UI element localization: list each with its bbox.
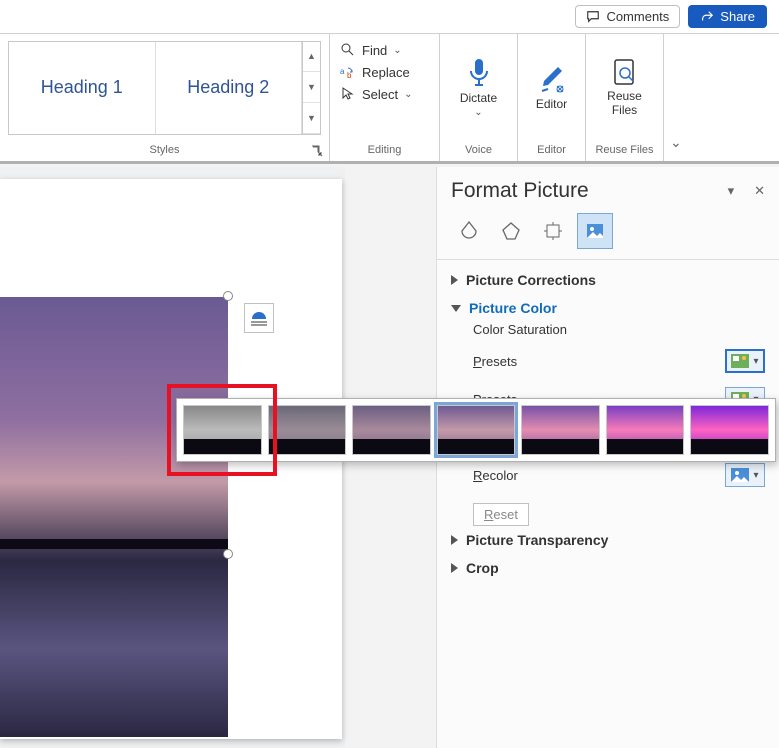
- picture-tab[interactable]: [577, 213, 613, 249]
- saturation-preset-33[interactable]: [268, 405, 347, 455]
- styles-group-label: Styles: [0, 141, 329, 161]
- saturation-presets-popup: [176, 398, 776, 462]
- layout-options-button[interactable]: [244, 303, 274, 333]
- comment-icon: [586, 10, 600, 24]
- style-heading-1[interactable]: Heading 1: [9, 42, 156, 134]
- styles-dialog-launcher[interactable]: [311, 145, 323, 157]
- selection-handle[interactable]: [223, 291, 233, 301]
- share-label: Share: [720, 9, 755, 24]
- reuse-files-group-label: Reuse Files: [586, 141, 663, 161]
- saturation-presets-label: Presets: [473, 354, 517, 369]
- selection-handle[interactable]: [223, 549, 233, 559]
- expand-icon: [451, 535, 458, 545]
- picture-icon: [731, 468, 749, 482]
- editor-group: Editor Editor: [518, 34, 586, 161]
- layout-tab[interactable]: [535, 213, 571, 249]
- chevron-down-icon: ⌄: [670, 134, 682, 151]
- dictate-button[interactable]: Dictate ⌄: [444, 41, 514, 135]
- replace-button[interactable]: ab Replace: [340, 64, 410, 80]
- reuse-files-group: Reuse Files Reuse Files: [586, 34, 664, 161]
- picture-color-section[interactable]: Picture Color: [451, 294, 765, 322]
- chevron-down-icon: ⌄: [404, 89, 412, 100]
- title-bar: Comments Share: [0, 0, 779, 34]
- expand-icon: [451, 563, 458, 573]
- comments-button[interactable]: Comments: [575, 5, 680, 28]
- styles-scroll-down[interactable]: ▼: [303, 72, 320, 103]
- layout-options-icon: [249, 308, 269, 328]
- share-icon: [700, 10, 714, 24]
- editor-icon: [538, 65, 566, 95]
- styles-scroll[interactable]: ▲ ▼ ▼: [302, 42, 320, 134]
- chevron-down-icon: ▾: [753, 356, 758, 367]
- expand-icon: [451, 275, 458, 285]
- find-icon: [340, 42, 356, 58]
- saturation-presets-button[interactable]: ▾: [725, 349, 765, 373]
- editor-button[interactable]: Editor: [522, 41, 582, 135]
- share-button[interactable]: Share: [688, 5, 767, 28]
- saturation-preset-0[interactable]: [183, 405, 262, 455]
- chevron-down-icon: ⌄: [393, 45, 401, 56]
- ribbon: Heading 1 Heading 2 ▲ ▼ ▼ Styles Find ⌄: [0, 34, 779, 164]
- style-heading-2[interactable]: Heading 2: [156, 42, 303, 134]
- reuse-files-icon: [611, 58, 639, 88]
- microphone-icon: [466, 57, 492, 89]
- editing-group-label: Editing: [330, 141, 439, 161]
- chevron-down-icon: ⌄: [474, 107, 482, 118]
- saturation-preset-300[interactable]: [606, 405, 685, 455]
- styles-group: Heading 1 Heading 2 ▲ ▼ ▼ Styles: [0, 34, 330, 161]
- styles-gallery[interactable]: Heading 1 Heading 2 ▲ ▼ ▼: [8, 41, 321, 135]
- reset-button[interactable]: Reset: [473, 503, 529, 526]
- selected-picture[interactable]: [0, 297, 228, 737]
- saturation-preset-400[interactable]: [690, 405, 769, 455]
- saturation-preset-100[interactable]: [437, 405, 516, 455]
- editor-group-label: Editor: [518, 141, 585, 161]
- find-button[interactable]: Find ⌄: [340, 42, 402, 58]
- editing-group: Find ⌄ ab Replace Select ⌄ Editing: [330, 34, 440, 161]
- styles-scroll-up[interactable]: ▲: [303, 42, 320, 73]
- recolor-button[interactable]: ▾: [725, 463, 765, 487]
- reuse-files-button[interactable]: Reuse Files: [591, 41, 659, 135]
- pane-tabs: [437, 209, 779, 260]
- ribbon-collapse-button[interactable]: ⌄: [664, 34, 696, 161]
- color-saturation-label: Color Saturation: [473, 322, 765, 337]
- voice-group-label: Voice: [440, 141, 517, 161]
- pane-title: Format Picture: [451, 179, 589, 203]
- comments-label: Comments: [606, 9, 669, 24]
- recolor-label: Recolor: [473, 468, 518, 483]
- picture-corrections-section[interactable]: Picture Corrections: [451, 266, 765, 294]
- pane-close-button[interactable]: ✕: [754, 183, 765, 199]
- select-icon: [340, 86, 356, 102]
- chevron-down-icon: ▾: [753, 470, 758, 481]
- effects-tab[interactable]: [493, 213, 529, 249]
- pane-options-button[interactable]: ▾: [728, 183, 735, 199]
- select-button[interactable]: Select ⌄: [340, 86, 413, 102]
- crop-section[interactable]: Crop: [451, 554, 765, 582]
- saturation-preset-66[interactable]: [352, 405, 431, 455]
- collapse-icon: [451, 305, 461, 312]
- replace-icon: ab: [340, 64, 356, 80]
- styles-scroll-more[interactable]: ▼: [303, 103, 320, 134]
- svg-text:a: a: [340, 67, 345, 76]
- fill-line-tab[interactable]: [451, 213, 487, 249]
- preset-thumb-icon: [731, 354, 749, 368]
- voice-group: Dictate ⌄ Voice: [440, 34, 518, 161]
- saturation-preset-200[interactable]: [521, 405, 600, 455]
- picture-transparency-section[interactable]: Picture Transparency: [451, 526, 765, 554]
